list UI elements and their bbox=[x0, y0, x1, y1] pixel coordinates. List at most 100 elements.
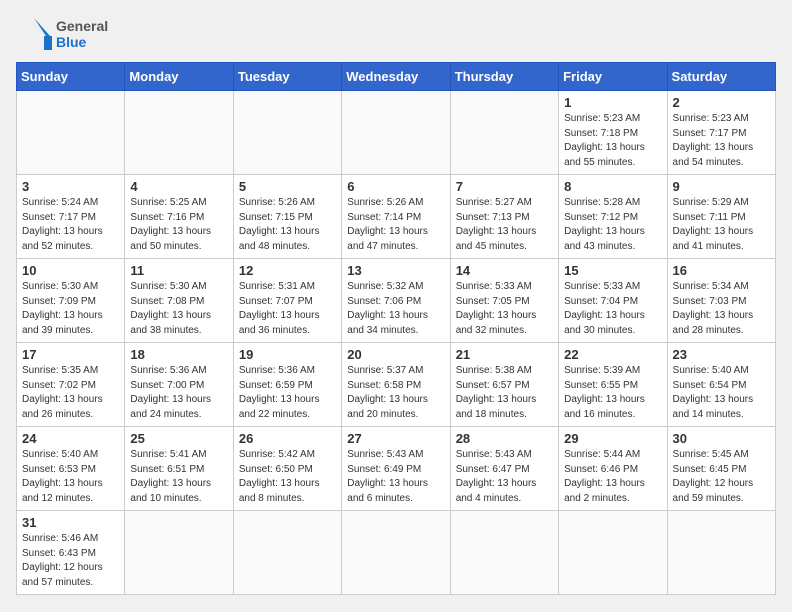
calendar-cell: 19 Sunrise: 5:36 AM Sunset: 6:59 PM Dayli… bbox=[233, 343, 341, 427]
day-info: Sunrise: 5:37 AM Sunset: 6:58 PM Dayligh… bbox=[347, 364, 444, 422]
calendar-cell bbox=[125, 91, 233, 175]
day-info: Sunrise: 5:33 AM Sunset: 7:05 PM Dayligh… bbox=[456, 280, 553, 338]
weekday-header-friday: Friday bbox=[559, 63, 667, 91]
calendar-cell: 17 Sunrise: 5:35 AM Sunset: 7:02 PM Dayli… bbox=[17, 343, 125, 427]
day-info: Sunrise: 5:29 AM Sunset: 7:11 PM Dayligh… bbox=[673, 196, 770, 254]
calendar-cell: 21Sunrise: 5:38 AM Sunset: 6:57 PM Dayli… bbox=[450, 343, 558, 427]
calendar-cell bbox=[125, 511, 233, 595]
day-info: Sunrise: 5:40 AM Sunset: 6:54 PM Dayligh… bbox=[673, 364, 770, 422]
day-number: 20 bbox=[347, 347, 444, 362]
calendar-cell: 26 Sunrise: 5:42 AM Sunset: 6:50 PM Dayli… bbox=[233, 427, 341, 511]
calendar-cell: 3 Sunrise: 5:24 AM Sunset: 7:17 PM Daylig… bbox=[17, 175, 125, 259]
calendar-cell: 1 Sunrise: 5:23 AM Sunset: 7:18 PM Daylig… bbox=[559, 91, 667, 175]
calendar-cell: 11Sunrise: 5:30 AM Sunset: 7:08 PM Dayli… bbox=[125, 259, 233, 343]
calendar-cell: 30Sunrise: 5:45 AM Sunset: 6:45 PM Dayli… bbox=[667, 427, 775, 511]
day-number: 6 bbox=[347, 179, 444, 194]
day-info: Sunrise: 5:31 AM Sunset: 7:07 PM Dayligh… bbox=[239, 280, 336, 338]
day-number: 3 bbox=[22, 179, 119, 194]
calendar-cell: 4Sunrise: 5:25 AM Sunset: 7:16 PM Daylig… bbox=[125, 175, 233, 259]
weekday-header-monday: Monday bbox=[125, 63, 233, 91]
day-number: 25 bbox=[130, 431, 227, 446]
day-info: Sunrise: 5:33 AM Sunset: 7:04 PM Dayligh… bbox=[564, 280, 661, 338]
day-info: Sunrise: 5:43 AM Sunset: 6:47 PM Dayligh… bbox=[456, 448, 553, 506]
day-info: Sunrise: 5:36 AM Sunset: 7:00 PM Dayligh… bbox=[130, 364, 227, 422]
day-number: 29 bbox=[564, 431, 661, 446]
day-number: 13 bbox=[347, 263, 444, 278]
day-info: Sunrise: 5:43 AM Sunset: 6:49 PM Dayligh… bbox=[347, 448, 444, 506]
day-info: Sunrise: 5:23 AM Sunset: 7:17 PM Dayligh… bbox=[673, 112, 770, 170]
day-info: Sunrise: 5:24 AM Sunset: 7:17 PM Dayligh… bbox=[22, 196, 119, 254]
calendar-cell: 7Sunrise: 5:27 AM Sunset: 7:13 PM Daylig… bbox=[450, 175, 558, 259]
day-number: 1 bbox=[564, 95, 661, 110]
calendar-cell: 27Sunrise: 5:43 AM Sunset: 6:49 PM Dayli… bbox=[342, 427, 450, 511]
calendar-cell: 20 Sunrise: 5:37 AM Sunset: 6:58 PM Dayli… bbox=[342, 343, 450, 427]
day-info: Sunrise: 5:35 AM Sunset: 7:02 PM Dayligh… bbox=[22, 364, 119, 422]
calendar-table: SundayMondayTuesdayWednesdayThursdayFrid… bbox=[16, 62, 776, 595]
day-info: Sunrise: 5:46 AM Sunset: 6:43 PM Dayligh… bbox=[22, 532, 119, 590]
day-number: 23 bbox=[673, 347, 770, 362]
calendar-cell: 13 Sunrise: 5:32 AM Sunset: 7:06 PM Dayli… bbox=[342, 259, 450, 343]
weekday-header-saturday: Saturday bbox=[667, 63, 775, 91]
day-info: Sunrise: 5:30 AM Sunset: 7:08 PM Dayligh… bbox=[130, 280, 227, 338]
day-number: 31 bbox=[22, 515, 119, 530]
day-number: 17 bbox=[22, 347, 119, 362]
weekday-header-thursday: Thursday bbox=[450, 63, 558, 91]
calendar-cell: 14 Sunrise: 5:33 AM Sunset: 7:05 PM Dayli… bbox=[450, 259, 558, 343]
calendar-week-row: 10 Sunrise: 5:30 AM Sunset: 7:09 PM Dayli… bbox=[17, 259, 776, 343]
day-number: 15 bbox=[564, 263, 661, 278]
weekday-header-tuesday: Tuesday bbox=[233, 63, 341, 91]
day-info: Sunrise: 5:36 AM Sunset: 6:59 PM Dayligh… bbox=[239, 364, 336, 422]
calendar-cell: 12 Sunrise: 5:31 AM Sunset: 7:07 PM Dayli… bbox=[233, 259, 341, 343]
calendar-cell bbox=[17, 91, 125, 175]
calendar-cell bbox=[342, 511, 450, 595]
day-info: Sunrise: 5:40 AM Sunset: 6:53 PM Dayligh… bbox=[22, 448, 119, 506]
calendar-cell bbox=[450, 511, 558, 595]
day-info: Sunrise: 5:32 AM Sunset: 7:06 PM Dayligh… bbox=[347, 280, 444, 338]
day-number: 9 bbox=[673, 179, 770, 194]
calendar-cell: 31 Sunrise: 5:46 AM Sunset: 6:43 PM Dayli… bbox=[17, 511, 125, 595]
day-number: 16 bbox=[673, 263, 770, 278]
day-info: Sunrise: 5:41 AM Sunset: 6:51 PM Dayligh… bbox=[130, 448, 227, 506]
calendar-cell: 2 Sunrise: 5:23 AM Sunset: 7:17 PM Daylig… bbox=[667, 91, 775, 175]
day-number: 8 bbox=[564, 179, 661, 194]
day-number: 26 bbox=[239, 431, 336, 446]
page-header: General Blue bbox=[16, 16, 776, 52]
logo: General Blue bbox=[16, 16, 108, 52]
day-number: 14 bbox=[456, 263, 553, 278]
day-number: 30 bbox=[673, 431, 770, 446]
calendar-cell bbox=[233, 511, 341, 595]
day-info: Sunrise: 5:30 AM Sunset: 7:09 PM Dayligh… bbox=[22, 280, 119, 338]
calendar-week-row: 31 Sunrise: 5:46 AM Sunset: 6:43 PM Dayli… bbox=[17, 511, 776, 595]
calendar-cell bbox=[559, 511, 667, 595]
calendar-cell: 15 Sunrise: 5:33 AM Sunset: 7:04 PM Dayli… bbox=[559, 259, 667, 343]
day-number: 5 bbox=[239, 179, 336, 194]
day-info: Sunrise: 5:27 AM Sunset: 7:13 PM Dayligh… bbox=[456, 196, 553, 254]
calendar-cell: 18 Sunrise: 5:36 AM Sunset: 7:00 PM Dayli… bbox=[125, 343, 233, 427]
calendar-cell bbox=[667, 511, 775, 595]
day-number: 19 bbox=[239, 347, 336, 362]
day-info: Sunrise: 5:34 AM Sunset: 7:03 PM Dayligh… bbox=[673, 280, 770, 338]
calendar-cell: 23 Sunrise: 5:40 AM Sunset: 6:54 PM Dayli… bbox=[667, 343, 775, 427]
day-number: 21 bbox=[456, 347, 553, 362]
weekday-header-wednesday: Wednesday bbox=[342, 63, 450, 91]
calendar-cell: 24 Sunrise: 5:40 AM Sunset: 6:53 PM Dayli… bbox=[17, 427, 125, 511]
calendar-cell: 22Sunrise: 5:39 AM Sunset: 6:55 PM Dayli… bbox=[559, 343, 667, 427]
day-number: 2 bbox=[673, 95, 770, 110]
day-number: 12 bbox=[239, 263, 336, 278]
day-number: 24 bbox=[22, 431, 119, 446]
calendar-week-row: 1 Sunrise: 5:23 AM Sunset: 7:18 PM Daylig… bbox=[17, 91, 776, 175]
day-info: Sunrise: 5:26 AM Sunset: 7:14 PM Dayligh… bbox=[347, 196, 444, 254]
calendar-cell: 5 Sunrise: 5:26 AM Sunset: 7:15 PM Daylig… bbox=[233, 175, 341, 259]
day-info: Sunrise: 5:42 AM Sunset: 6:50 PM Dayligh… bbox=[239, 448, 336, 506]
day-info: Sunrise: 5:26 AM Sunset: 7:15 PM Dayligh… bbox=[239, 196, 336, 254]
day-info: Sunrise: 5:25 AM Sunset: 7:16 PM Dayligh… bbox=[130, 196, 227, 254]
calendar-cell: 9 Sunrise: 5:29 AM Sunset: 7:11 PM Daylig… bbox=[667, 175, 775, 259]
day-number: 18 bbox=[130, 347, 227, 362]
day-number: 10 bbox=[22, 263, 119, 278]
calendar-cell: 10 Sunrise: 5:30 AM Sunset: 7:09 PM Dayli… bbox=[17, 259, 125, 343]
calendar-cell: 29 Sunrise: 5:44 AM Sunset: 6:46 PM Dayli… bbox=[559, 427, 667, 511]
day-info: Sunrise: 5:23 AM Sunset: 7:18 PM Dayligh… bbox=[564, 112, 661, 170]
calendar-week-row: 17 Sunrise: 5:35 AM Sunset: 7:02 PM Dayli… bbox=[17, 343, 776, 427]
day-info: Sunrise: 5:44 AM Sunset: 6:46 PM Dayligh… bbox=[564, 448, 661, 506]
weekday-header-sunday: Sunday bbox=[17, 63, 125, 91]
